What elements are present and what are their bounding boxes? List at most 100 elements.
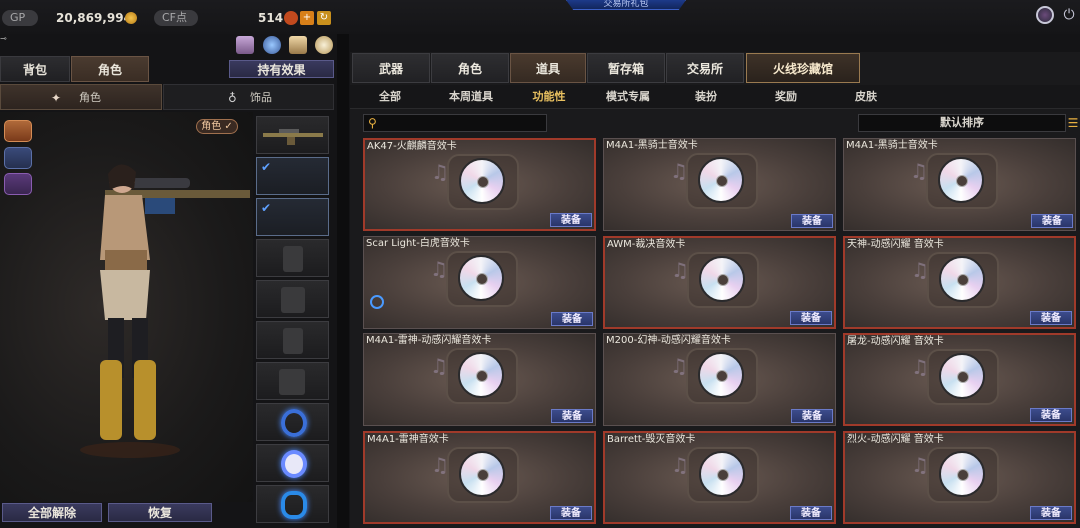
equip-button[interactable]: 装备 [1031, 214, 1073, 228]
character-icon[interactable] [289, 36, 307, 54]
item-card[interactable]: Barrett-毁灭音效卡 ♫ 装备 [603, 431, 836, 524]
slot-melee[interactable]: ✔ [256, 198, 329, 236]
remove-all-button[interactable]: 全部解除 [2, 503, 102, 522]
item-card[interactable]: 烈火-动感闪耀 音效卡 ♫ 装备 [843, 431, 1076, 524]
cat-rewards[interactable]: 奖励 [766, 86, 806, 108]
gift-icon[interactable] [315, 36, 333, 54]
slot-primary-weapon[interactable] [256, 116, 329, 154]
slot-accessory-3[interactable] [256, 485, 329, 523]
item-card[interactable]: 屠龙-动感闪耀 音效卡 ♫ 装备 [843, 333, 1076, 426]
item-title: M200-幻神-动感闪耀音效卡 [606, 335, 731, 346]
equip-button[interactable]: 装备 [791, 214, 833, 228]
item-card[interactable]: M4A1-黑骑士音效卡 ♫ 装备 [843, 138, 1076, 231]
item-title: 烈火-动感闪耀 音效卡 [847, 434, 944, 445]
character-belt [105, 250, 147, 270]
globe-icon[interactable] [1036, 6, 1054, 24]
armor-icon [281, 287, 305, 313]
tab-role[interactable]: 角色 [71, 56, 149, 82]
tab-collection[interactable]: 火线珍藏馆 [746, 53, 860, 83]
item-card[interactable]: M4A1-雷神音效卡 ♫ 装备 [363, 431, 596, 524]
shop-panel: 武器 角色 道具 暂存箱 交易所 火线珍藏馆 全部 本周道具 功能性 模式专属 … [350, 52, 1080, 528]
stats-icon[interactable] [236, 36, 254, 54]
add-cf-button[interactable]: + [300, 11, 314, 25]
equip-button[interactable]: 装备 [1030, 408, 1072, 422]
restore-button[interactable]: 恢复 [108, 503, 212, 522]
item-title: M4A1-雷神音效卡 [367, 434, 449, 445]
exit-icon[interactable]: ⏻ [1060, 6, 1078, 24]
item-card[interactable]: M4A1-雷神-动感闪耀音效卡 ♫ 装备 [363, 333, 596, 426]
item-card[interactable]: 天神-动感闪耀 音效卡 ♫ 装备 [843, 236, 1076, 329]
arrow-icon: ⊸ [0, 34, 7, 43]
equipped-check-icon: ✔ [261, 201, 272, 215]
tab-bag[interactable]: 背包 [0, 56, 70, 82]
refresh-button[interactable]: ↻ [317, 11, 331, 25]
sort-dropdown[interactable]: 默认排序 [858, 114, 1066, 132]
cat-skins[interactable]: 皮肤 [846, 86, 886, 108]
sound-card-disc-icon [939, 353, 985, 399]
character-figure [80, 164, 250, 458]
list-icon[interactable]: ☰ [1066, 114, 1080, 132]
slot-accessory-2[interactable] [256, 444, 329, 482]
tab-roles[interactable]: 角色 [431, 53, 509, 83]
sound-card-disc-icon [698, 352, 744, 398]
item-card[interactable]: Scar Light-白虎音效卡 ♫ 装备 [363, 236, 596, 329]
rifle-icon [263, 129, 323, 145]
item-title: 屠龙-动感闪耀 音效卡 [847, 336, 944, 347]
character-shadow [80, 442, 180, 458]
gp-coin-icon [125, 12, 137, 24]
rifle-body [145, 198, 175, 214]
equip-button[interactable]: 装备 [550, 213, 592, 227]
role-badge[interactable]: 角色 ✓ [196, 119, 238, 134]
camera-icon[interactable] [263, 36, 281, 54]
slot-secondary-weapon[interactable]: ✔ [256, 157, 329, 195]
item-title: AWM-裁决音效卡 [607, 239, 686, 250]
item-title: M4A1-雷神-动感闪耀音效卡 [366, 335, 492, 346]
equip-button[interactable]: 装备 [1030, 506, 1072, 520]
vest-icon [283, 328, 303, 354]
slot-pants[interactable] [256, 362, 329, 400]
equip-button[interactable]: 装备 [550, 506, 592, 520]
panel-divider [337, 34, 349, 528]
item-card[interactable]: AK47-火麒麟音效卡 ♫ 装备 [363, 138, 596, 231]
equip-button[interactable]: 装备 [551, 409, 593, 423]
item-card[interactable]: M4A1-黑骑士音效卡 ♫ 装备 [603, 138, 836, 231]
top-bar: GP 20,869,994 CF点 514 + ↻ 交易所礼包 ⏻ [0, 0, 1080, 34]
tab-exchange[interactable]: 交易所 [666, 53, 744, 83]
search-input[interactable]: ⚲ [363, 114, 547, 132]
cf-coin-icon [284, 11, 298, 25]
slot-accessory-1[interactable] [256, 403, 329, 441]
equip-button[interactable]: 装备 [790, 311, 832, 325]
tradable-icon [370, 295, 384, 309]
sound-card-disc-icon [458, 255, 504, 301]
tab-weapons[interactable]: 武器 [352, 53, 430, 83]
equip-button[interactable]: 装备 [1030, 311, 1072, 325]
rifle-scope [130, 178, 190, 188]
gp-balance: 20,869,994 [56, 11, 132, 25]
item-card[interactable]: AWM-裁决音效卡 ♫ 装备 [603, 236, 836, 329]
subtab-role[interactable]: ✦ 角色 [0, 84, 162, 110]
tab-storage[interactable]: 暂存箱 [587, 53, 665, 83]
trade-gift-banner[interactable]: 交易所礼包 [566, 0, 686, 10]
owned-effects-button[interactable]: 持有效果 [229, 60, 334, 78]
item-title: M4A1-黑骑士音效卡 [846, 140, 938, 151]
accessory-icon: ♁ [228, 91, 237, 105]
sound-card-disc-icon [939, 451, 985, 497]
slot-armor[interactable] [256, 280, 329, 318]
equip-button[interactable]: 装备 [790, 506, 832, 520]
tab-items[interactable]: 道具 [510, 53, 586, 83]
cat-mode-exclusive[interactable]: 模式专属 [598, 86, 658, 108]
subtab-accessory[interactable]: ♁ 饰品 [163, 84, 334, 110]
sound-card-disc-icon [938, 157, 984, 203]
cat-weekly[interactable]: 本周道具 [440, 86, 502, 108]
equip-button[interactable]: 装备 [791, 409, 833, 423]
fire-icon[interactable] [4, 120, 32, 142]
cat-functional[interactable]: 功能性 [526, 86, 572, 108]
item-card[interactable]: M200-幻神-动感闪耀音效卡 ♫ 装备 [603, 333, 836, 426]
wave-icon[interactable] [4, 147, 32, 169]
cat-dress-up[interactable]: 装扮 [686, 86, 726, 108]
slot-grenade[interactable] [256, 239, 329, 277]
equip-button[interactable]: 装备 [551, 312, 593, 326]
bird-icon[interactable] [4, 173, 32, 195]
slot-vest[interactable] [256, 321, 329, 359]
cat-all[interactable]: 全部 [370, 86, 410, 108]
